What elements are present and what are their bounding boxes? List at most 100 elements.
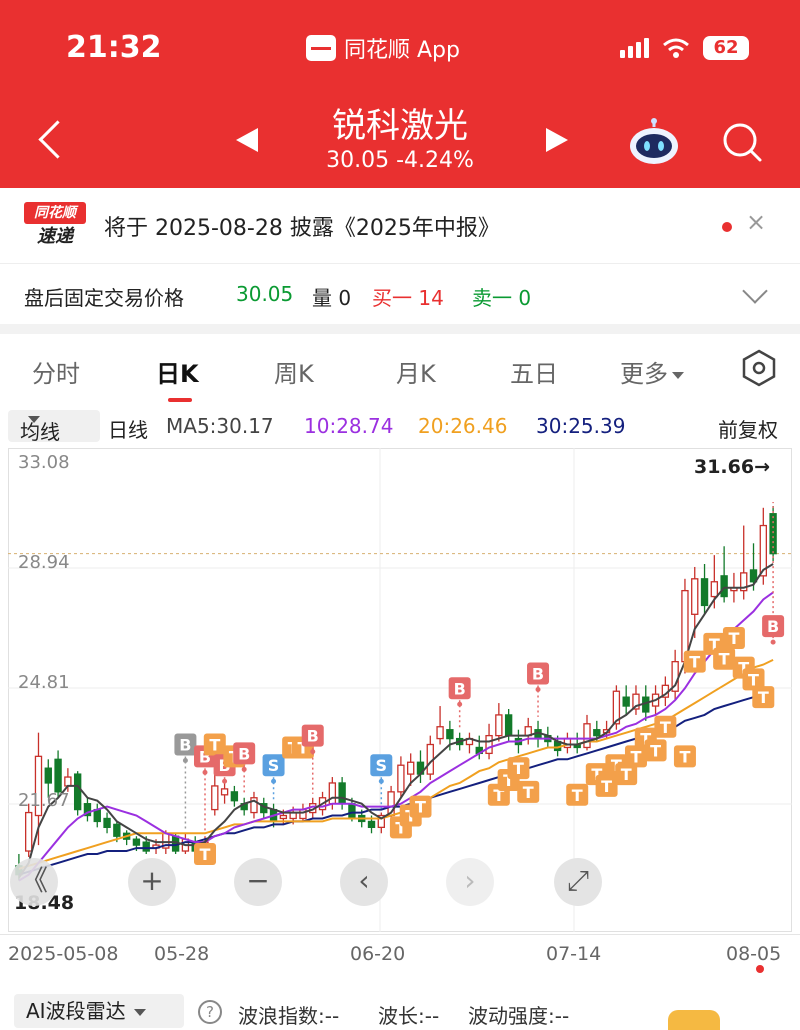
y-tick-label: 28.94 <box>18 552 70 573</box>
floating-action-button[interactable] <box>668 1010 720 1030</box>
status-app-label: 同花顺 App <box>344 38 460 63</box>
marker-dot <box>202 769 208 775</box>
fit-screen-button[interactable]: ⤢ <box>554 858 602 906</box>
stock-name: 锐科激光 <box>332 106 468 146</box>
after-hours-sell1: 卖一 0 <box>472 286 532 310</box>
candle-body <box>583 723 591 749</box>
candle-body <box>495 714 503 737</box>
y-tick-label: 21.67 <box>18 790 70 811</box>
zoom-out-button[interactable]: − <box>234 858 282 906</box>
signal-marker-label: B <box>767 617 779 636</box>
after-hours-buy1: 买一 14 <box>372 286 444 310</box>
announcement-text[interactable]: 将于 2025-08-28 披露《2025年中报》 <box>104 210 500 242</box>
candle-body <box>436 726 444 740</box>
signal-marker-label: T <box>415 798 426 817</box>
wifi-icon <box>663 38 689 58</box>
signal-marker-label: B <box>454 679 466 698</box>
marker-dot <box>310 749 316 755</box>
high-price-label: 31.66→ <box>693 456 770 478</box>
signal-marker-label: B <box>307 727 319 746</box>
app-logo-icon <box>306 35 336 61</box>
candle-body <box>211 785 219 811</box>
chart-tabs: 分时 日K 周K 月K 五日 更多 <box>0 334 800 406</box>
radar-select[interactable]: AI波段雷达 <box>14 994 184 1028</box>
scroll-left-button[interactable]: ‹ <box>340 858 388 906</box>
status-app-indicator[interactable]: 同花顺 App <box>306 32 460 64</box>
stock-header: 21:32 同花顺 App 62 锐科激光 30.05 -4.24% <box>0 0 800 188</box>
signal-marker-label: S <box>268 756 280 775</box>
signal-marker-label: T <box>631 747 642 766</box>
candle-body <box>446 729 454 740</box>
kline-svg[interactable]: BBTBTBSTTBSBBTTTTTTTTTTTTTTTTTTTTTTTTTB <box>8 448 792 932</box>
signal-marker-label: T <box>601 777 612 796</box>
announcement-banner[interactable]: 同花顺 速递 将于 2025-08-28 披露《2025年中报》 × <box>0 188 800 264</box>
candle-body <box>230 791 239 802</box>
signal-marker-label: T <box>650 741 661 760</box>
candle-body <box>485 734 493 755</box>
signal-marker-label: T <box>572 786 583 805</box>
candle-body <box>279 814 288 820</box>
signal-marker-label: B <box>179 736 191 755</box>
zoom-in-button[interactable]: + <box>128 858 176 906</box>
logo-bottom-text: 速递 <box>37 226 73 247</box>
candle-body <box>103 817 111 829</box>
help-icon[interactable]: ? <box>198 1000 222 1024</box>
signal-marker-label: T <box>728 629 739 648</box>
active-tab-indicator <box>168 398 192 402</box>
tab-more[interactable]: 更多 <box>620 354 684 389</box>
chevron-down-icon <box>133 1009 146 1016</box>
divider <box>0 324 800 334</box>
marker-dot <box>770 639 776 645</box>
logo-top-text: 同花顺 <box>24 202 86 224</box>
x-tick-label: 2025-05-08 <box>8 943 119 965</box>
tab-intraday[interactable]: 分时 <box>32 354 80 389</box>
candle-body <box>73 773 82 811</box>
settings-hexagon-icon[interactable] <box>740 348 778 388</box>
after-hours-volume: 量 0 <box>312 286 352 310</box>
signal-marker-label: B <box>532 664 544 683</box>
signal-marker-label: B <box>238 744 250 763</box>
ma-period: 日线 <box>108 418 148 442</box>
candle-body <box>367 820 376 829</box>
y-tick-label: 24.81 <box>18 672 70 693</box>
next-stock-button[interactable] <box>546 128 568 152</box>
battery-icon: 62 <box>703 36 749 60</box>
x-tick-label: 07-14 <box>546 943 602 965</box>
x-tick-label: 05-28 <box>154 943 210 965</box>
candle-body <box>132 838 141 846</box>
marker-dot <box>535 686 541 692</box>
ai-robot-icon[interactable] <box>628 118 680 166</box>
tab-five-day[interactable]: 五日 <box>510 354 558 389</box>
close-icon[interactable]: × <box>746 208 766 236</box>
signal-marker-label: S <box>376 756 388 775</box>
candle-body <box>348 803 356 820</box>
zoom-out-left-button[interactable]: 《 <box>10 858 58 906</box>
candle-body <box>220 788 229 796</box>
candle-body <box>64 776 72 787</box>
candle-body <box>691 578 699 615</box>
marker-dot <box>222 778 228 784</box>
candle-body <box>328 782 337 805</box>
after-hours-row[interactable]: 盘后固定交易价格 30.05 量 0 买一 14 卖一 0 <box>0 264 800 324</box>
signal-marker-label: T <box>200 845 211 864</box>
tab-weekly-k[interactable]: 周K <box>274 354 314 389</box>
candle-body <box>710 581 719 598</box>
x-axis: 2025-05-08 05-28 06-20 07-14 08-05 <box>0 934 800 984</box>
signal-marker-label: T <box>689 653 700 672</box>
signal-marker-label: T <box>513 759 524 778</box>
stock-quote: 30.05 -4.24% <box>326 148 474 173</box>
marker-dot <box>182 758 188 764</box>
wave-index: 波浪指数:-- <box>238 1004 340 1028</box>
signal-marker-label: T <box>758 688 769 707</box>
ma-select[interactable]: 均线 <box>8 410 100 444</box>
search-icon[interactable] <box>720 120 764 164</box>
tab-daily-k[interactable]: 日K <box>156 354 199 389</box>
candle-body <box>407 761 415 775</box>
scroll-right-button[interactable]: › <box>446 858 494 906</box>
kline-chart[interactable]: BBTBTBSTTBSBBTTTTTTTTTTTTTTTTTTTTTTTTTB … <box>8 448 792 932</box>
tab-monthly-k[interactable]: 月K <box>396 354 436 389</box>
adjust-mode[interactable]: 前复权 <box>718 414 778 443</box>
candle-body <box>504 714 513 737</box>
radar-select-label: AI波段雷达 <box>26 999 126 1023</box>
candle-body <box>720 575 728 598</box>
